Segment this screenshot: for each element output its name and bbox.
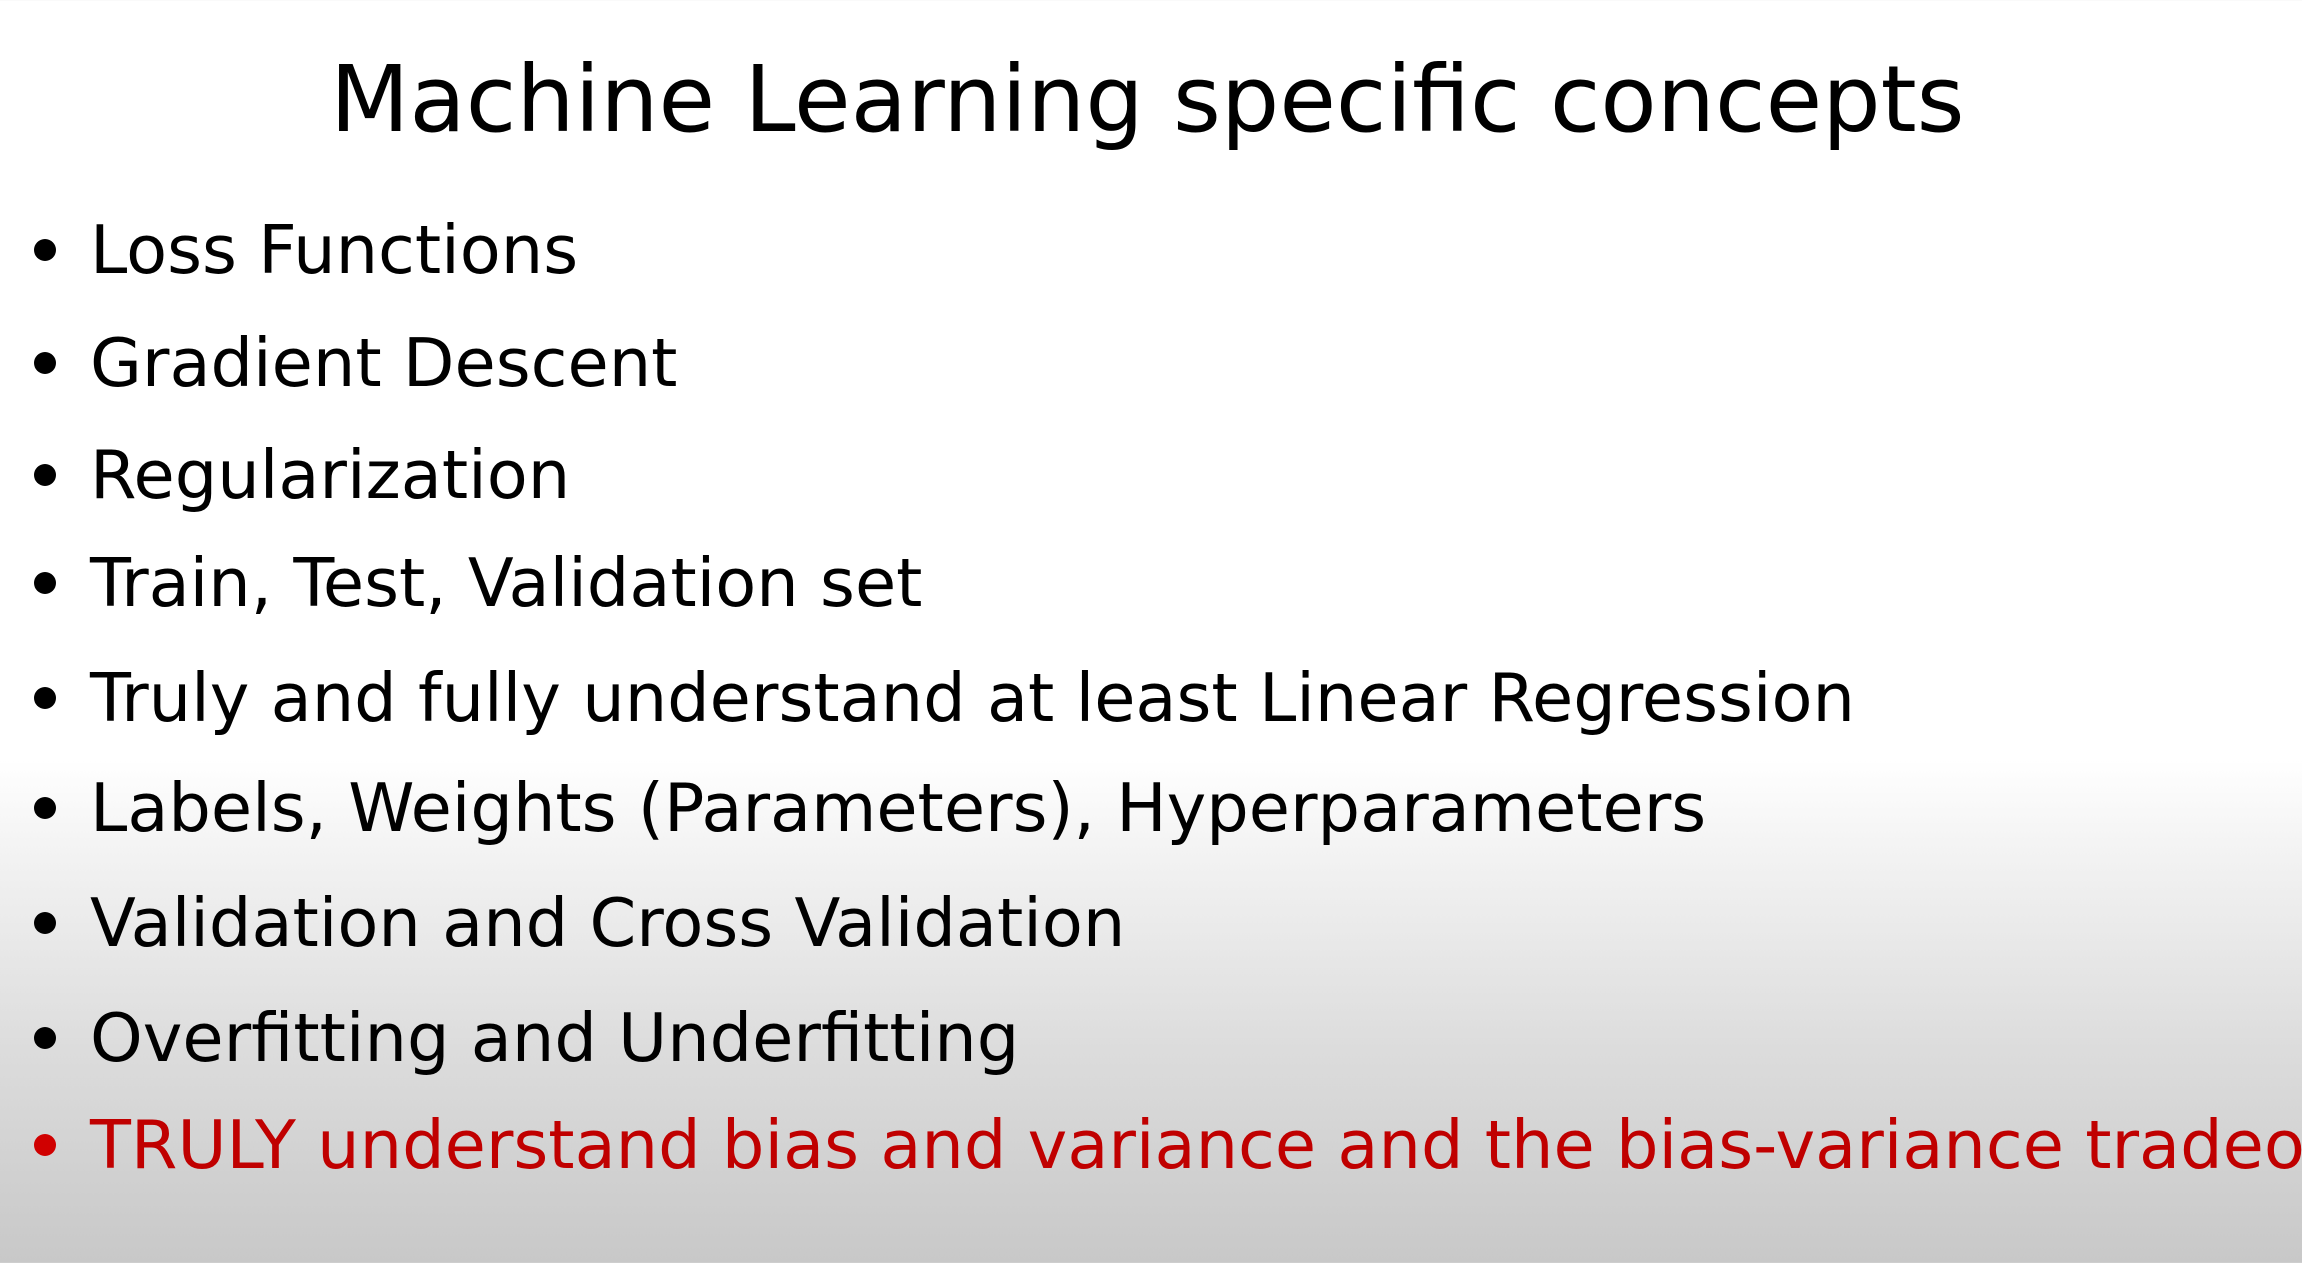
slide: Machine Learning specific concepts Loss …	[0, 0, 2302, 1263]
bullet-text: TRULY understand bias and variance and t…	[90, 1106, 2302, 1184]
bullet-text: Train, Test, Validation set	[90, 544, 923, 622]
bullet-dot-icon	[34, 1134, 56, 1156]
bullet-dot-icon	[34, 912, 56, 934]
bullet-text: Gradient Descent	[90, 324, 678, 402]
bullet-item: Overfitting and Underfitting	[24, 993, 1019, 1083]
bullet-text: Regularization	[90, 436, 571, 514]
bullet-text: Overfitting and Underfitting	[90, 999, 1020, 1077]
bullet-item: Truly and fully understand at least Line…	[24, 653, 1855, 743]
bullet-item-highlighted: TRULY understand bias and variance and t…	[24, 1100, 2302, 1190]
bullet-item: Regularization	[24, 430, 570, 520]
bullet-text: Truly and fully understand at least Line…	[90, 659, 1855, 737]
slide-title: Machine Learning specific concepts	[330, 46, 1965, 153]
bullet-item: Train, Test, Validation set	[24, 538, 922, 628]
bullet-dot-icon	[34, 239, 56, 261]
bullet-dot-icon	[34, 687, 56, 709]
bullet-item: Loss Functions	[24, 205, 578, 295]
bullet-item: Labels, Weights (Parameters), Hyperparam…	[24, 763, 1706, 853]
bullet-dot-icon	[34, 572, 56, 594]
bullet-text: Validation and Cross Validation	[90, 884, 1126, 962]
bullet-dot-icon	[34, 464, 56, 486]
bullet-item: Gradient Descent	[24, 318, 677, 408]
bullet-dot-icon	[34, 797, 56, 819]
bullet-dot-icon	[34, 1027, 56, 1049]
bullet-text: Labels, Weights (Parameters), Hyperparam…	[90, 769, 1707, 847]
bullet-text: Loss Functions	[90, 211, 579, 289]
bullet-dot-icon	[34, 352, 56, 374]
bullet-item: Validation and Cross Validation	[24, 878, 1125, 968]
